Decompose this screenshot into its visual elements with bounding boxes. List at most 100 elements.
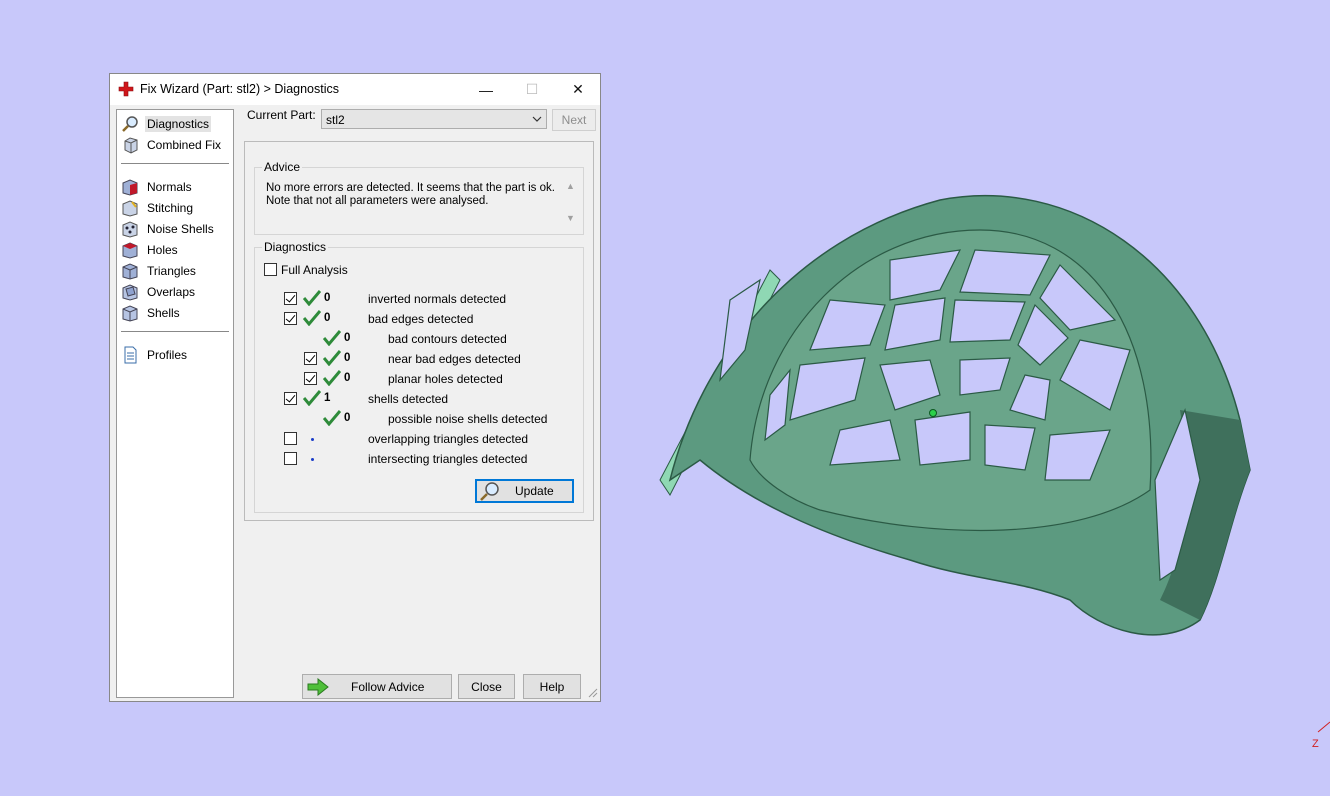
intersecting-triangles-checkbox[interactable]: [284, 452, 297, 465]
follow-advice-button[interactable]: Follow Advice: [302, 674, 452, 699]
overlaps-cube-icon: [122, 284, 138, 301]
scroll-down-icon[interactable]: ▼: [566, 213, 575, 223]
row-label: near bad edges detected: [388, 352, 521, 366]
sidebar-item-label: Normals: [147, 180, 192, 194]
window-title: Fix Wizard (Part: stl2) > Diagnostics: [140, 82, 340, 96]
sidebar-item-shells[interactable]: Shells: [121, 303, 229, 323]
checkmark-icon: [323, 370, 341, 386]
next-button-label: Next: [561, 113, 587, 127]
row-count: 0: [324, 312, 331, 324]
normals-cube-icon: [122, 179, 138, 196]
row-count: 1: [324, 392, 331, 404]
diagnostics-group: Diagnostics Full Analysis 0 inverted nor…: [254, 240, 584, 513]
pending-dot-icon: [311, 438, 314, 441]
sidebar-item-normals[interactable]: Normals: [121, 177, 229, 197]
advice-textbox[interactable]: No more errors are detected. It seems th…: [261, 179, 579, 229]
magnifier-icon: [122, 116, 138, 132]
row-count: 0: [324, 292, 331, 304]
sidebar-divider: [121, 331, 229, 332]
minimize-button[interactable]: —: [463, 74, 509, 105]
noise-shells-icon: [122, 221, 138, 238]
sidebar-item-label: Holes: [147, 243, 178, 257]
close-window-button[interactable]: ✕: [555, 74, 601, 105]
shells-cube-icon: [122, 305, 138, 322]
sidebar-item-holes[interactable]: Holes: [121, 240, 229, 260]
magnifier-icon: [480, 482, 499, 501]
resize-grip-icon[interactable]: [588, 688, 598, 698]
current-part-select[interactable]: stl2: [321, 109, 547, 129]
sidebar-item-noise-shells[interactable]: Noise Shells: [121, 219, 229, 239]
row-label: shells detected: [368, 392, 449, 406]
arrow-right-icon: [307, 677, 329, 696]
scroll-up-icon[interactable]: ▲: [566, 181, 575, 191]
sidebar-item-combined-fix[interactable]: Combined Fix: [121, 135, 229, 155]
inverted-normals-checkbox[interactable]: [284, 292, 297, 305]
close-button-label: Close: [471, 679, 502, 694]
sidebar-item-label: Stitching: [147, 201, 194, 215]
row-label: possible noise shells detected: [388, 412, 548, 426]
sidebar-item-label: Noise Shells: [147, 222, 214, 236]
checkmark-icon: [303, 390, 321, 406]
row-label: bad edges detected: [368, 312, 474, 326]
chevron-down-icon: [532, 116, 542, 122]
minimize-icon: —: [479, 81, 493, 98]
maximize-icon: ☐: [525, 81, 539, 97]
checkmark-icon: [323, 410, 341, 426]
shells-checkbox[interactable]: [284, 392, 297, 405]
axis-z-label: Z: [1312, 738, 1319, 750]
current-part-label: Current Part:: [247, 108, 316, 122]
row-label: intersecting triangles detected: [368, 452, 528, 466]
overlapping-triangles-checkbox[interactable]: [284, 432, 297, 445]
diagnostics-panel: Advice No more errors are detected. It s…: [244, 141, 594, 521]
maximize-button: ☐: [509, 74, 555, 105]
sidebar-item-label: Overlaps: [147, 285, 196, 299]
row-count: 0: [344, 412, 351, 424]
advice-line-2: Note that not all parameters were analys…: [266, 195, 489, 207]
advice-scrollbar[interactable]: ▲ ▼: [562, 179, 579, 229]
close-icon: ✕: [572, 81, 584, 97]
close-button[interactable]: Close: [458, 674, 515, 699]
full-analysis-checkbox[interactable]: [264, 263, 277, 276]
fix-wizard-dialog: Fix Wizard (Part: stl2) > Diagnostics — …: [109, 73, 601, 702]
sidebar-divider: [121, 163, 229, 164]
holes-cube-icon: [122, 242, 138, 259]
sidebar-item-diagnostics[interactable]: Diagnostics: [121, 114, 229, 134]
full-analysis-label: Full Analysis: [281, 263, 348, 277]
help-button[interactable]: Help: [523, 674, 581, 699]
sidebar-item-label: Combined Fix: [147, 138, 222, 152]
row-count: 0: [344, 352, 351, 364]
sidebar-item-label: Shells: [147, 306, 180, 320]
sidebar-item-label: Triangles: [147, 264, 196, 278]
sidebar-item-overlaps[interactable]: Overlaps: [121, 282, 229, 302]
next-button[interactable]: Next: [552, 109, 596, 131]
title-bar[interactable]: Fix Wizard (Part: stl2) > Diagnostics — …: [110, 74, 600, 105]
near-bad-edges-checkbox[interactable]: [304, 352, 317, 365]
sidebar-item-label: Diagnostics: [145, 116, 212, 132]
checkmark-icon: [323, 350, 341, 366]
row-label: inverted normals detected: [368, 292, 507, 306]
bad-edges-checkbox[interactable]: [284, 312, 297, 325]
triangles-cube-icon: [122, 263, 138, 280]
pending-dot-icon: [311, 458, 314, 461]
ring-model[interactable]: [640, 180, 1260, 650]
sidebar-item-profiles[interactable]: Profiles: [121, 345, 229, 365]
advice-group: Advice No more errors are detected. It s…: [254, 160, 584, 235]
row-label: planar holes detected: [388, 372, 503, 386]
sidebar-item-stitching[interactable]: Stitching: [121, 198, 229, 218]
planar-holes-checkbox[interactable]: [304, 372, 317, 385]
update-button[interactable]: Update: [475, 479, 574, 503]
stitching-cube-icon: [122, 200, 138, 217]
sidebar-item-label: Profiles: [147, 348, 188, 362]
diagnostics-title: Diagnostics: [262, 240, 329, 254]
row-count: 0: [344, 372, 351, 384]
help-button-label: Help: [539, 679, 565, 694]
advice-line-1: No more errors are detected. It seems th…: [266, 182, 555, 194]
current-part-value: stl2: [326, 113, 345, 127]
row-count: 0: [344, 332, 351, 344]
document-icon: [124, 346, 137, 364]
advice-title: Advice: [262, 160, 303, 174]
red-cross-icon: [118, 81, 134, 97]
cube-icon: [124, 137, 138, 154]
follow-advice-label: Follow Advice: [351, 679, 425, 694]
sidebar-item-triangles[interactable]: Triangles: [121, 261, 229, 281]
